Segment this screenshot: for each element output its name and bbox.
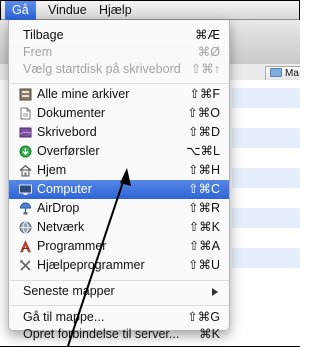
menu-item-connect-to-server[interactable]: Opret forbindelse til server... ⌘K — [9, 325, 229, 344]
menu-item-applications[interactable]: Programmer ⇧⌘A — [9, 237, 229, 256]
desktop-icon — [19, 127, 32, 138]
path-folder-label: Ma — [285, 68, 299, 79]
menu-separator — [10, 83, 229, 84]
submenu-arrow-icon — [212, 288, 218, 296]
menu-separator — [10, 305, 229, 306]
menu-item-select-startup-disk: Vælg startdisk på skrivebord ⇧⌘↑ — [9, 60, 229, 79]
list-row[interactable] — [232, 128, 300, 148]
list-row[interactable] — [232, 208, 300, 228]
list-row[interactable] — [232, 168, 300, 188]
menu-item-label: Computer — [37, 182, 92, 196]
menu-item-label: Vælg startdisk på skrivebord — [23, 62, 181, 76]
menu-item-utilities[interactable]: Hjælpeprogrammer ⇧⌘U — [9, 256, 229, 275]
menu-item-label: Dokumenter — [37, 106, 106, 120]
all-my-files-icon — [19, 88, 32, 101]
documents-icon — [20, 107, 31, 120]
menu-window[interactable]: Vindue — [41, 1, 94, 20]
menu-item-label: Opret forbindelse til server... — [23, 327, 180, 341]
menu-item-shortcut: ⇧⌘O — [187, 106, 220, 120]
menu-item-shortcut: ⇧⌘A — [188, 239, 220, 253]
menu-bar: Gå Vindue Hjælp — [1, 1, 299, 20]
menu-item-label: Hjem — [37, 163, 67, 177]
downloads-icon — [19, 145, 32, 158]
menu-item-recent-folders[interactable]: Seneste mapper — [9, 282, 229, 301]
home-icon — [19, 164, 32, 177]
airdrop-icon — [19, 202, 32, 215]
menu-separator — [10, 280, 229, 281]
list-row[interactable] — [232, 88, 300, 108]
menu-item-shortcut: ⇧⌘D — [187, 125, 220, 139]
menu-item-desktop[interactable]: Skrivebord ⇧⌘D — [9, 123, 229, 142]
menu-item-label: Netværk — [37, 220, 85, 234]
menu-item-label: AirDrop — [37, 201, 80, 215]
menu-item-shortcut: ⇧⌘H — [187, 163, 220, 177]
menu-item-shortcut: ⇧⌘R — [187, 201, 220, 215]
menu-item-downloads[interactable]: Overførsler ⌥⌘L — [9, 142, 229, 161]
utilities-icon — [19, 259, 31, 271]
menu-item-shortcut: ⇧⌘K — [188, 220, 220, 234]
menu-item-label: Programmer — [37, 239, 107, 253]
network-icon — [19, 221, 32, 234]
menu-item-home[interactable]: Hjem ⇧⌘H — [9, 161, 229, 180]
menu-item-label: Seneste mapper — [23, 284, 115, 298]
list-row[interactable] — [232, 248, 300, 268]
menu-item-computer[interactable]: Computer ⇧⌘C — [9, 180, 229, 199]
applications-icon — [20, 240, 31, 253]
menu-item-label: Hjælpeprogrammer — [37, 258, 145, 272]
menu-item-shortcut: ⇧⌘↑ — [190, 62, 220, 76]
menu-item-all-my-files[interactable]: Alle mine arkiver ⇧⌘F — [9, 85, 229, 104]
menu-item-shortcut: ⇧⌘U — [187, 258, 220, 272]
menu-item-label: Skrivebord — [37, 125, 97, 139]
menu-item-documents[interactable]: Dokumenter ⇧⌘O — [9, 104, 229, 123]
menu-item-shortcut: ⌥⌘L — [186, 144, 220, 158]
menu-item-label: Alle mine arkiver — [37, 87, 130, 101]
menu-item-airdrop[interactable]: AirDrop ⇧⌘R — [9, 199, 229, 218]
folder-icon — [270, 68, 282, 77]
menu-item-shortcut: ⌘K — [199, 327, 220, 341]
menu-help[interactable]: Hjælp — [92, 1, 139, 20]
menu-item-network[interactable]: Netværk ⇧⌘K — [9, 218, 229, 237]
menu-go[interactable]: Gå — [5, 1, 36, 20]
menu-item-shortcut: ⇧⌘F — [189, 87, 220, 101]
go-menu: Tilbage ⌘Æ Frem ⌘Ø Vælg startdisk på skr… — [8, 20, 230, 341]
computer-icon — [19, 184, 32, 195]
menu-item-shortcut: ⇧⌘C — [187, 182, 220, 196]
menu-item-label: Overførsler — [37, 144, 100, 158]
